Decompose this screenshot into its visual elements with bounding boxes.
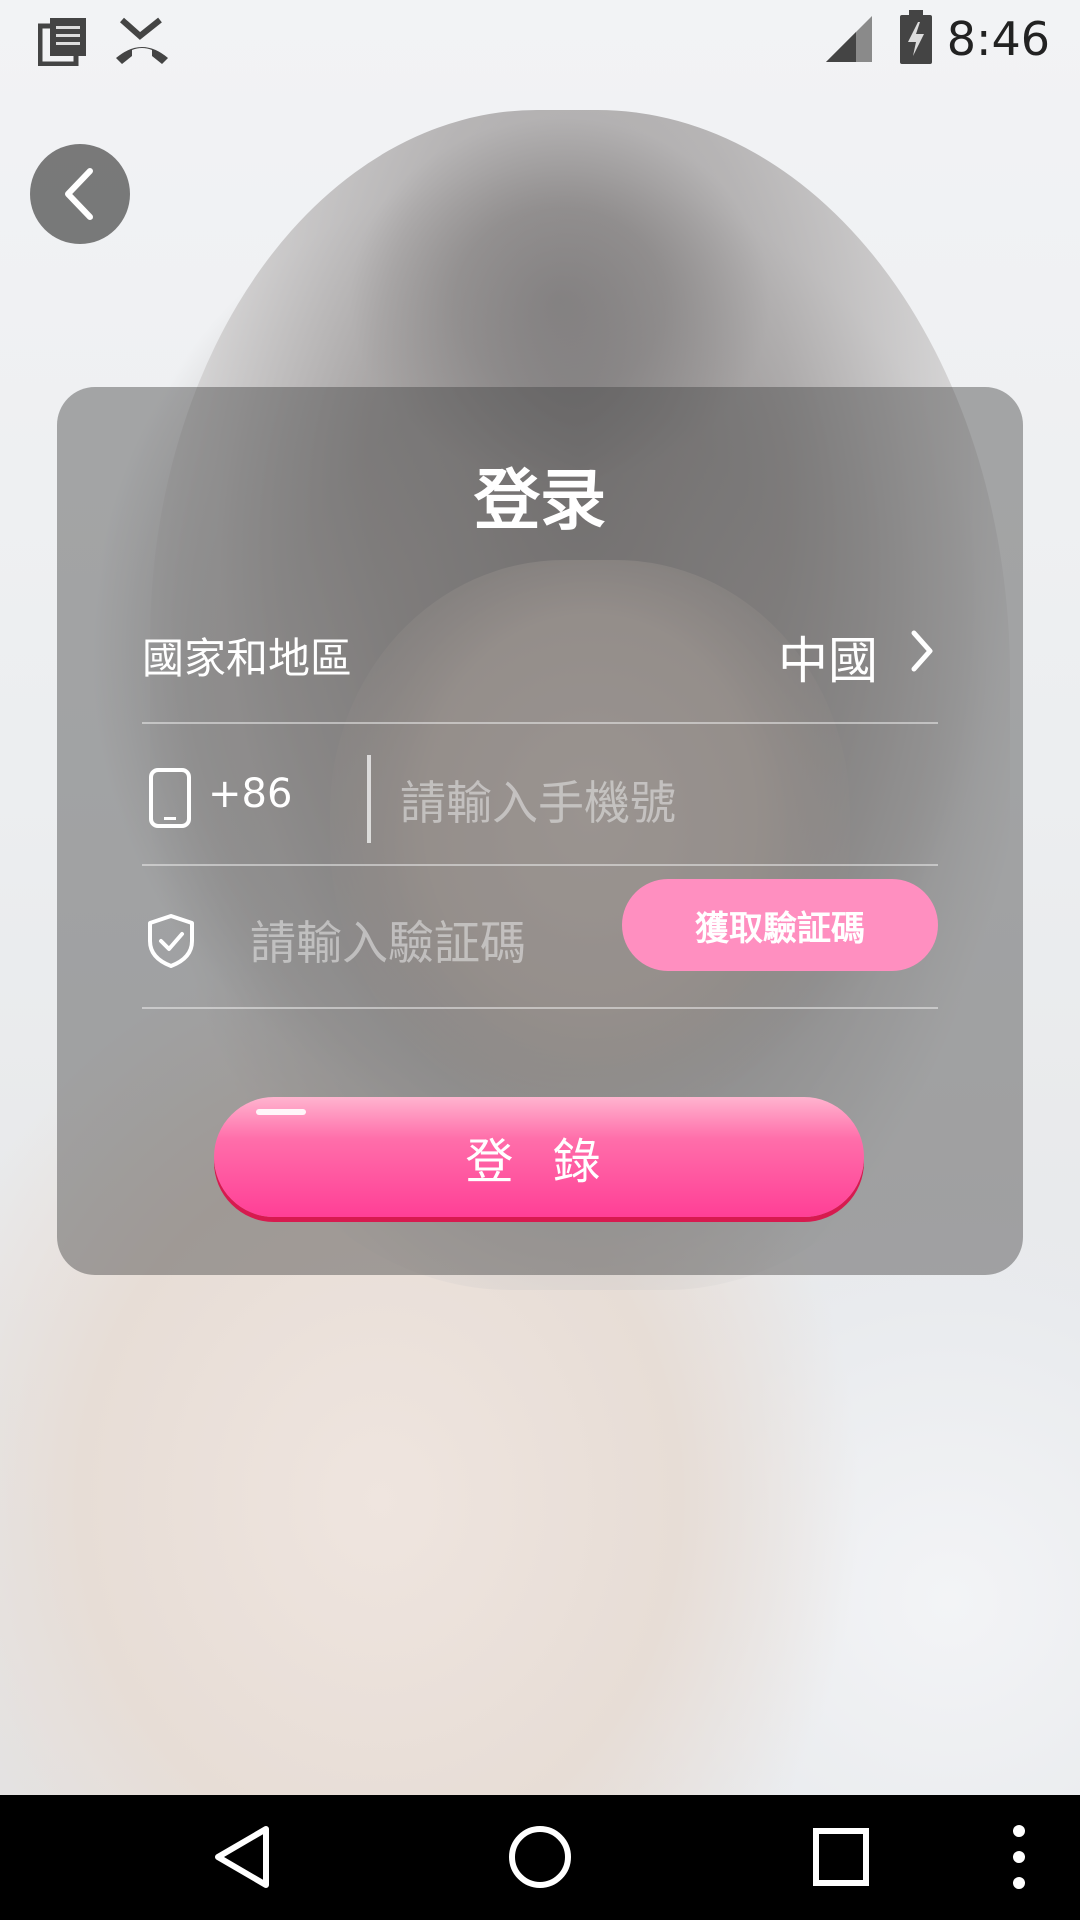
battery-charging-icon (900, 10, 932, 68)
country-code: +86 (208, 771, 293, 817)
notes-icon (37, 16, 88, 70)
login-screen: 8:46 登录 國家和地區 中國 +86 請輸入手機號 請輸入驗証碼 獲取驗証碼… (0, 0, 1080, 1920)
signal-icon (826, 16, 874, 68)
status-time: 8:46 (946, 12, 1050, 66)
card-title: 登录 (474, 462, 606, 539)
status-bar: 8:46 (0, 0, 1080, 80)
missed-call-icon (114, 16, 170, 70)
phone-input[interactable] (398, 767, 932, 839)
region-row[interactable]: 國家和地區 中國 (142, 625, 938, 690)
shield-check-icon (146, 913, 196, 973)
divider (142, 864, 938, 866)
separator (367, 755, 371, 843)
divider (142, 722, 938, 724)
home-icon[interactable] (506, 1823, 574, 1895)
region-label: 國家和地區 (142, 634, 353, 683)
phone-row: +86 (142, 755, 938, 843)
get-code-button[interactable]: 獲取驗証碼 (622, 879, 938, 971)
chevron-left-icon (65, 168, 93, 220)
verification-code-input[interactable] (248, 907, 612, 979)
login-card: 登录 國家和地區 中國 +86 請輸入手機號 請輸入驗証碼 獲取驗証碼 登 錄 (57, 387, 1023, 1275)
back-icon[interactable] (210, 1823, 274, 1895)
button-shine (256, 1109, 306, 1115)
login-button-label: 登 錄 (465, 1134, 613, 1190)
region-value: 中國 (778, 632, 878, 690)
divider (142, 1007, 938, 1009)
phone-icon (148, 767, 192, 833)
more-icon[interactable] (1004, 1823, 1034, 1895)
chevron-right-icon (906, 625, 936, 681)
navigation-bar (0, 1795, 1080, 1920)
back-button[interactable] (30, 144, 130, 244)
verification-row: 獲取驗証碼 (142, 879, 938, 985)
recents-icon[interactable] (810, 1823, 872, 1895)
login-button[interactable]: 登 錄 (214, 1097, 864, 1217)
